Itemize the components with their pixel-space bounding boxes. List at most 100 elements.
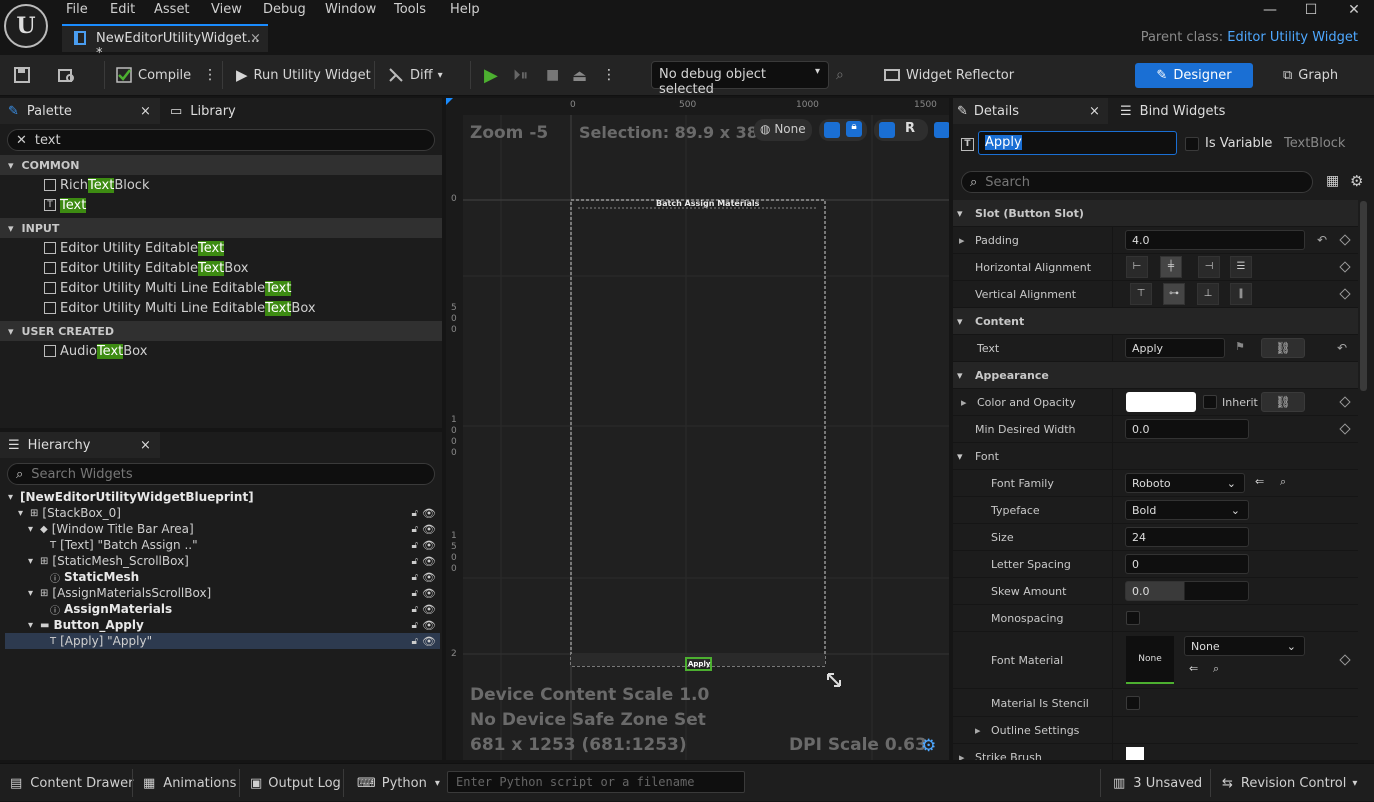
keyframe-diamond-icon[interactable] — [1339, 423, 1351, 435]
menu-window[interactable]: Window — [325, 2, 376, 17]
unlock-icon[interactable]: 🔓︎ — [412, 572, 418, 583]
padding-field[interactable]: 4.0 — [1125, 230, 1305, 250]
debug-object-select[interactable]: No debug object selected ▾ — [651, 61, 829, 97]
hierarchy-row[interactable]: ▾ ⊞ [StackBox_0] 🔓︎ 👁︎ — [5, 505, 440, 521]
respect-locks-button[interactable]: R — [905, 121, 915, 136]
valign-center-icon[interactable]: ⊶ — [1163, 283, 1185, 305]
find-object-icon[interactable]: ⌕ — [836, 55, 844, 95]
typeface-select[interactable]: Bold ⌄ — [1125, 500, 1249, 520]
visibility-eye-icon[interactable]: 👁︎ — [422, 603, 436, 616]
unlock-icon[interactable]: 🔓︎ — [412, 556, 418, 567]
font-material-select[interactable]: None ⌄ — [1184, 636, 1305, 656]
keyframe-diamond-icon[interactable] — [1339, 234, 1351, 246]
keyframe-diamond-icon[interactable] — [1339, 261, 1351, 273]
align-center-icon[interactable]: ╪ — [1160, 256, 1182, 278]
close-tab-icon[interactable]: × — [250, 31, 261, 46]
expand-arrow-icon[interactable]: ▾ — [28, 524, 40, 535]
stencil-checkbox[interactable] — [1126, 696, 1140, 710]
document-tab[interactable]: NewEditorUtilityWidget... * × — [62, 24, 268, 61]
browse-asset-icon[interactable]: ⌕ — [1213, 662, 1219, 676]
letter-spacing-field[interactable]: 0 — [1125, 554, 1249, 574]
content-drawer-button[interactable]: ▤ Content Drawer — [10, 764, 133, 802]
section-content[interactable]: ▾ Content — [953, 308, 1358, 335]
strike-brush-swatch[interactable] — [1126, 747, 1144, 760]
select-mode-icon[interactable] — [824, 122, 840, 138]
hierarchy-row[interactable]: ▾ ⊞ [AssignMaterialsScrollBox] 🔓︎ 👁︎ — [5, 585, 440, 601]
text-value-field[interactable]: Apply — [1125, 338, 1225, 358]
palette-category[interactable]: ▾ INPUT — [0, 218, 442, 238]
widget-name-input[interactable]: Apply — [978, 131, 1177, 155]
tab-hierarchy[interactable]: ☰ Hierarchy × — [0, 432, 160, 458]
python-console-input[interactable]: Enter Python script or a filename — [447, 771, 745, 793]
visibility-eye-icon[interactable]: 👁︎ — [422, 539, 436, 552]
python-mode-select[interactable]: ⌨ Python ▾ — [357, 764, 440, 802]
min-width-field[interactable]: 0.0 — [1125, 419, 1249, 439]
expand-arrow-icon[interactable]: ▾ — [28, 588, 40, 599]
font-family-select[interactable]: Roboto ⌄ — [1125, 473, 1245, 493]
expand-arrow-icon[interactable]: ▾ — [18, 508, 30, 519]
tab-details[interactable]: ✎ Details × — [953, 98, 1108, 124]
diff-button[interactable]: Diff ▾ — [388, 55, 443, 95]
unlock-icon[interactable]: 🔓︎ — [412, 636, 418, 647]
minimize-button[interactable]: — — [1252, 0, 1288, 22]
close-tab-icon[interactable]: × — [1089, 104, 1100, 119]
close-window-button[interactable]: ✕ — [1336, 0, 1372, 22]
expand-arrow-icon[interactable]: ▾ — [28, 620, 40, 631]
menu-view[interactable]: View — [211, 2, 242, 17]
visibility-eye-icon[interactable]: 👁︎ — [422, 587, 436, 600]
hierarchy-row[interactable]: ⓘ StaticMesh 🔓︎ 👁︎ — [5, 569, 440, 585]
prop-outline-settings[interactable]: ▸ Outline Settings — [953, 717, 1358, 744]
hierarchy-row[interactable]: T [Text] "Batch Assign .." 🔓︎ 👁︎ — [5, 537, 440, 553]
palette-item[interactable]: Editor Utility Editable Text — [0, 238, 442, 258]
preview-none-button[interactable]: ◍ None — [754, 119, 812, 141]
visibility-eye-icon[interactable]: 👁︎ — [422, 635, 436, 648]
localization-flag-icon[interactable]: ⚑ — [1235, 340, 1245, 353]
keyframe-diamond-icon[interactable] — [1339, 288, 1351, 300]
graph-mode-button[interactable]: ⧉ Graph — [1283, 55, 1338, 95]
hierarchy-row[interactable]: ▾ ◆ [Window Title Bar Area] 🔓︎ 👁︎ — [5, 521, 440, 537]
visibility-eye-icon[interactable]: 👁︎ — [422, 555, 436, 568]
bind-link-icon[interactable]: ⛓︎ — [1261, 392, 1305, 412]
hierarchy-search-input[interactable]: ⌕ Search Widgets — [7, 463, 435, 485]
expand-arrow-icon[interactable]: ▾ — [8, 492, 20, 503]
hierarchy-row[interactable]: T [Apply] "Apply" 🔓︎ 👁︎ — [5, 633, 440, 649]
visibility-eye-icon[interactable]: 👁︎ — [422, 571, 436, 584]
monospacing-checkbox[interactable] — [1126, 611, 1140, 625]
palette-item[interactable]: Audio Text Box — [0, 341, 442, 361]
section-slot[interactable]: ▾ Slot (Button Slot) — [953, 200, 1358, 227]
canvas-apply-button[interactable]: Apply — [688, 660, 710, 668]
palette-item[interactable]: Rich Text Block — [0, 175, 442, 195]
bind-link-icon[interactable]: ⛓︎ — [1261, 338, 1305, 358]
grid-snap-icon[interactable] — [934, 122, 949, 138]
valign-bottom-icon[interactable]: ⊥ — [1197, 283, 1219, 305]
is-variable-checkbox[interactable] — [1185, 137, 1199, 151]
animations-button[interactable]: ▦ Animations — [143, 764, 236, 802]
close-tab-icon[interactable]: × — [140, 104, 151, 119]
reset-icon[interactable]: ↶ — [1317, 233, 1327, 247]
menu-debug[interactable]: Debug — [263, 2, 306, 17]
size-field[interactable]: 24 — [1125, 527, 1249, 547]
hierarchy-row[interactable]: ▾ ⊞ [StaticMesh_ScrollBox] 🔓︎ 👁︎ — [5, 553, 440, 569]
details-search-input[interactable]: ⌕ Search — [961, 171, 1313, 193]
skew-slider[interactable]: 0.0 — [1125, 581, 1249, 601]
compile-button[interactable]: Compile ⋮ — [116, 55, 217, 95]
align-fill-icon[interactable]: ☰ — [1230, 256, 1252, 278]
valign-top-icon[interactable]: ⊤ — [1130, 283, 1152, 305]
play-options-icon[interactable]: ⋮ — [602, 55, 616, 95]
run-utility-widget-button[interactable]: ▶ Run Utility Widget — [236, 55, 371, 95]
output-log-button[interactable]: ▣ Output Log — [250, 764, 341, 802]
keyframe-diamond-icon[interactable] — [1339, 396, 1351, 408]
step-icon[interactable]: ⏵⏸ — [513, 55, 528, 95]
hierarchy-row[interactable]: ⓘ AssignMaterials 🔓︎ 👁︎ — [5, 601, 440, 617]
close-tab-icon[interactable]: × — [140, 438, 151, 453]
color-swatch[interactable] — [1126, 392, 1196, 412]
menu-asset[interactable]: Asset — [154, 2, 190, 17]
palette-item[interactable]: Editor Utility Multi Line Editable Text — [0, 278, 442, 298]
unlock-icon[interactable]: 🔓︎ — [412, 508, 418, 519]
unlock-icon[interactable]: 🔓︎ — [412, 588, 418, 599]
dpi-settings-gear-icon[interactable]: ⚙ — [921, 736, 936, 756]
palette-category[interactable]: ▾ COMMON — [0, 155, 442, 175]
tab-bind-widgets[interactable]: ☰ Bind Widgets — [1112, 98, 1262, 124]
align-right-icon[interactable]: ⊣ — [1198, 256, 1220, 278]
unlock-icon[interactable]: 🔓︎ — [412, 524, 418, 535]
